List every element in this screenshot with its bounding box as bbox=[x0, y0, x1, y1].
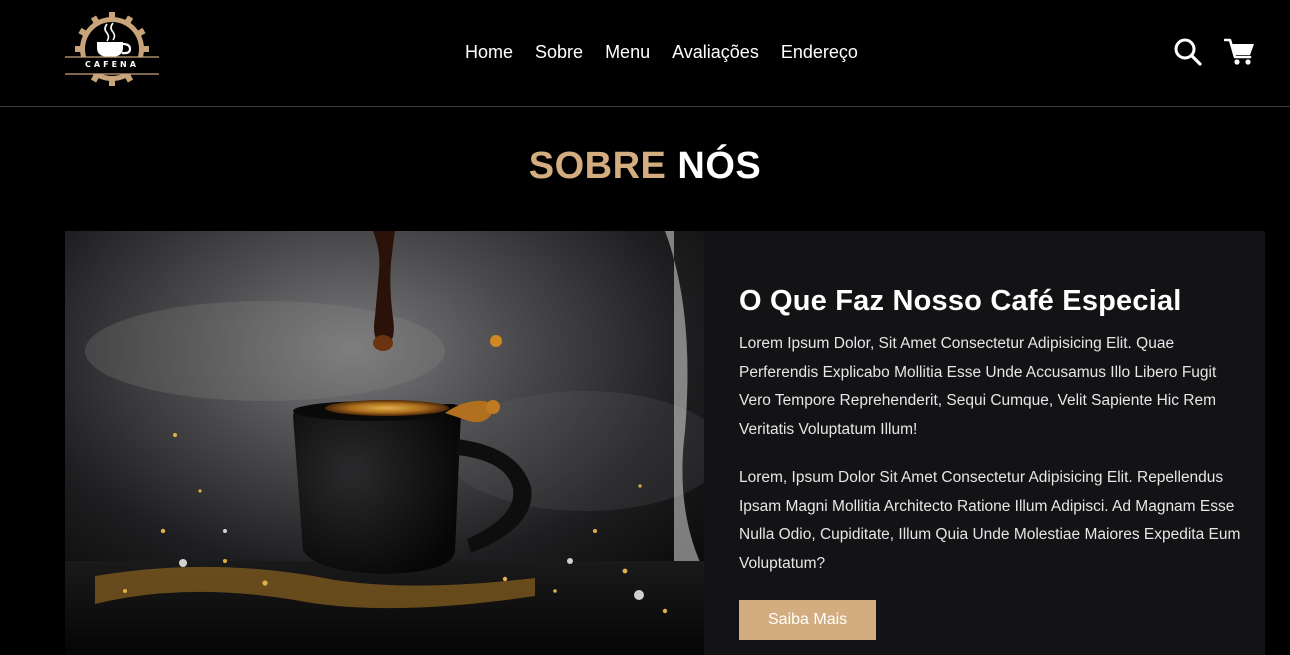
coffee-cup-photo bbox=[65, 231, 704, 655]
nav-avaliacoes[interactable]: Avaliações bbox=[672, 40, 759, 64]
about-paragraph-1: Lorem Ipsum Dolor, Sit Amet Consectetur … bbox=[739, 335, 1217, 439]
nav-home[interactable]: Home bbox=[465, 40, 513, 64]
title-main: NÓS bbox=[677, 145, 762, 187]
coffee-cup-logo-icon bbox=[65, 12, 159, 86]
saiba-mais-button[interactable]: Saiba Mais bbox=[739, 599, 877, 640]
coffee-cup-image bbox=[65, 231, 704, 655]
title-accent: SOBRE bbox=[528, 145, 667, 187]
about-section: O Que Faz Nosso Café Especial Lorem Ipsu… bbox=[65, 231, 1265, 655]
nav-sobre[interactable]: Sobre bbox=[535, 40, 583, 64]
section-title: SOBRE NÓS bbox=[0, 143, 1290, 189]
nav-endereco[interactable]: Endereço bbox=[781, 40, 858, 64]
logo-text: CAFENA bbox=[85, 60, 139, 69]
cart-icon bbox=[1224, 38, 1254, 65]
cafena-logo[interactable]: CAFENA bbox=[63, 9, 161, 91]
about-heading: O Que Faz Nosso Café Especial bbox=[739, 285, 1182, 317]
search-icon bbox=[1174, 38, 1202, 66]
nav-menu[interactable]: Menu bbox=[605, 40, 650, 64]
site-header: CAFENA Home Sobre Menu Avaliações Endere… bbox=[0, 0, 1290, 107]
about-paragraph-2: Lorem, Ipsum Dolor Sit Amet Consectetur … bbox=[739, 468, 1241, 572]
main-navigation: Home Sobre Menu Avaliações Endereço bbox=[465, 40, 858, 64]
search-button[interactable] bbox=[1172, 36, 1204, 68]
cart-button[interactable] bbox=[1224, 36, 1256, 68]
about-content: O Que Faz Nosso Café Especial Lorem Ipsu… bbox=[739, 283, 1249, 640]
